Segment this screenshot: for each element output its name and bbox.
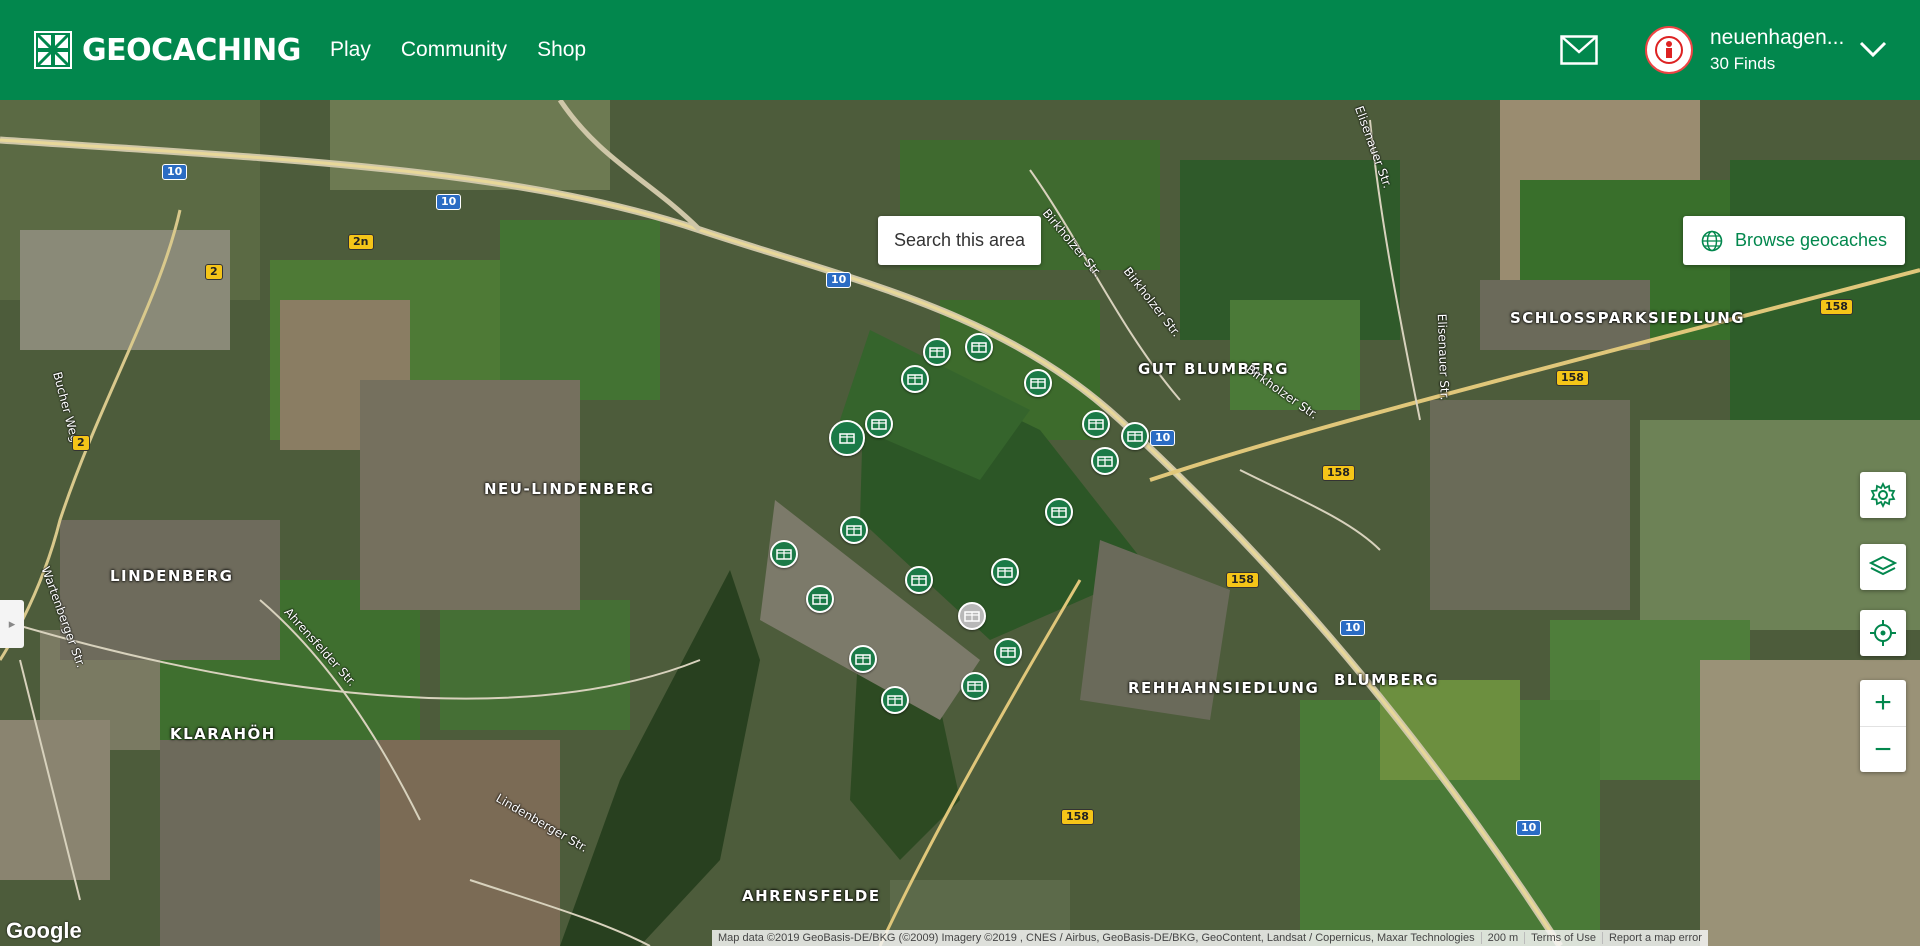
cache-icon (1097, 456, 1113, 467)
cache-icon (907, 374, 923, 385)
logo-text: GEOCACHING (82, 32, 301, 68)
place-label: BLUMBERG (1334, 671, 1440, 689)
cache-icon (776, 549, 792, 560)
place-label: KLARAHÖH (170, 725, 276, 743)
google-logo: Google (6, 918, 82, 943)
geocache-marker[interactable] (1082, 410, 1110, 438)
geocache-marker[interactable] (991, 558, 1019, 586)
road-shield: 10 (436, 194, 462, 210)
geocache-marker[interactable] (1121, 422, 1149, 450)
user-finds: 30 Finds (1710, 54, 1776, 73)
search-this-area-button[interactable]: Search this area (878, 216, 1041, 265)
cache-icon (967, 681, 983, 692)
avatar-image (1655, 36, 1683, 64)
zoom-control: + − (1860, 680, 1906, 772)
cache-icon (929, 347, 945, 358)
cache-icon (1051, 507, 1067, 518)
cache-icon (1000, 647, 1016, 658)
geocache-marker[interactable] (1045, 498, 1073, 526)
user-name: neuenhagen... (1710, 26, 1845, 49)
road-shield: 10 (826, 272, 852, 288)
place-label: LINDENBERG (110, 567, 234, 585)
chevron-down-icon[interactable] (1858, 38, 1888, 60)
road-shield: 2n (348, 234, 374, 250)
report-error-link[interactable]: Report a map error (1603, 932, 1708, 944)
cache-icon (839, 433, 855, 444)
top-nav-bar: GEOCACHING Play Community Shop neuenhage… (0, 0, 1920, 100)
geocache-marker[interactable] (965, 333, 993, 361)
cache-icon (964, 611, 980, 622)
geocache-marker[interactable] (1024, 369, 1052, 397)
road-shield: 158 (1226, 572, 1259, 588)
map-scale[interactable]: 200 m (1482, 932, 1526, 944)
place-label: AHRENSFELDE (742, 887, 881, 905)
street-label: Elisenauer Str. (1434, 313, 1452, 401)
avatar[interactable] (1645, 26, 1693, 74)
road-shield: 10 (1150, 430, 1176, 446)
terms-link[interactable]: Terms of Use (1525, 932, 1603, 944)
cache-icon (1030, 378, 1046, 389)
zoom-in-button[interactable]: + (1860, 680, 1906, 727)
cache-icon (911, 575, 927, 586)
map-layers-button[interactable] (1860, 544, 1906, 590)
nav-play[interactable]: Play (330, 38, 371, 62)
road-shield: 158 (1556, 370, 1589, 386)
cache-icon (855, 654, 871, 665)
map-data-credit: Map data ©2019 GeoBasis-DE/BKG (©2009) I… (712, 932, 1482, 944)
browse-geocaches-button[interactable]: Browse geocaches (1683, 216, 1905, 265)
geocache-marker[interactable] (840, 516, 868, 544)
geocache-marker[interactable] (923, 338, 951, 366)
cache-icon (887, 695, 903, 706)
geocache-marker[interactable] (1091, 447, 1119, 475)
geocache-marker[interactable] (849, 645, 877, 673)
gear-icon (1870, 482, 1896, 508)
mail-icon[interactable] (1560, 35, 1598, 65)
cache-icon (871, 419, 887, 430)
map-view[interactable]: ▸ SCHLOSSPARKSIEDLUNG GUT BLUMBERG NEU-L… (0, 100, 1920, 946)
place-label: SCHLOSSPARKSIEDLUNG (1510, 309, 1746, 327)
road-shield: 2 (72, 435, 90, 451)
road-shield: 2 (205, 264, 223, 280)
browse-geocaches-label: Browse geocaches (1734, 230, 1888, 250)
geocaching-logo-icon (34, 31, 72, 69)
road-shield: 10 (1516, 820, 1542, 836)
place-label: NEU-LINDENBERG (484, 480, 655, 498)
layers-icon (1869, 555, 1897, 576)
sidebar-toggle[interactable]: ▸ (0, 600, 24, 648)
settings-button[interactable] (1860, 472, 1906, 518)
geocache-marker[interactable] (905, 566, 933, 594)
geocaching-logo[interactable]: GEOCACHING (34, 31, 301, 69)
cache-icon (846, 525, 862, 536)
road-shield: 10 (1340, 620, 1366, 636)
geocache-marker[interactable] (770, 540, 798, 568)
cache-icon (1088, 419, 1104, 430)
cache-icon (812, 594, 828, 605)
cache-icon (997, 567, 1013, 578)
geocache-marker[interactable] (881, 686, 909, 714)
place-label: REHHAHNSIEDLUNG (1128, 679, 1320, 697)
my-location-button[interactable] (1860, 610, 1906, 656)
road-shield: 158 (1061, 809, 1094, 825)
geocache-marker[interactable] (961, 672, 989, 700)
nav-shop[interactable]: Shop (537, 38, 586, 62)
user-menu[interactable]: neuenhagen... 30 Finds (1710, 26, 1844, 74)
geocache-marker-found[interactable] (958, 602, 986, 630)
map-attribution: Map data ©2019 GeoBasis-DE/BKG (©2009) I… (712, 930, 1708, 946)
geocache-marker[interactable] (865, 410, 893, 438)
zoom-out-button[interactable]: − (1860, 727, 1906, 773)
globe-icon (1701, 230, 1723, 251)
road-shield: 158 (1820, 299, 1853, 315)
road-shield: 158 (1322, 465, 1355, 481)
cache-icon (971, 342, 987, 353)
geocache-marker-selected[interactable] (829, 420, 865, 456)
geocache-marker[interactable] (901, 365, 929, 393)
geocache-marker[interactable] (806, 585, 834, 613)
locate-icon (1870, 620, 1896, 646)
cache-icon (1127, 431, 1143, 442)
geocache-marker[interactable] (994, 638, 1022, 666)
road-shield: 10 (162, 164, 188, 180)
nav-community[interactable]: Community (401, 38, 507, 62)
main-nav: Play Community Shop (330, 38, 586, 62)
